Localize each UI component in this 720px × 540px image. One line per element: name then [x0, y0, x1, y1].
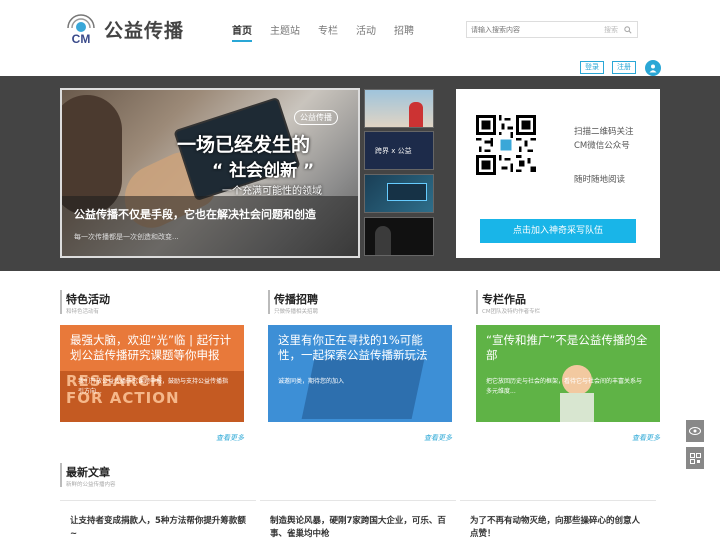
qr-line2: CM微信公众号 [574, 141, 630, 151]
card-desc: 诚邀同类，期待您的加入 [278, 378, 345, 385]
view-more-link[interactable]: 查看更多 [424, 433, 452, 443]
card-title: 最强大脑，欢迎“光”临 | 起行计划公益传播研究课题等你申报 [70, 333, 232, 362]
qr-line3: 随时随地阅读 [574, 175, 626, 185]
columns-card[interactable]: “宣传和推广”不是公益传播的全部 把它放回历史与社会的框架，看待它与社会间的丰富… [476, 325, 660, 422]
nav-columns[interactable]: 专栏 [318, 22, 338, 42]
login-button[interactable]: 登录 [580, 61, 604, 74]
card-title: “宣传和推广”不是公益传播的全部 [486, 333, 648, 362]
hero-caption: 公益传播不仅是手段，它也在解决社会问题和创造 每一次传播都是一次创造和改变... [62, 196, 358, 256]
nav-events[interactable]: 活动 [356, 22, 376, 42]
section-marker [476, 290, 478, 314]
thumbnail-1-figure [409, 102, 423, 127]
page: CM 公益传播 首页 主题站 专栏 活动 招聘 搜索 登录 注册 [0, 0, 720, 540]
logo-mark-text: CM [72, 32, 91, 46]
hero-slide[interactable]: 公益传播 一场已经发生的 “ 社会创新 ” 一个充满可能性的领域 公益传播不仅是… [60, 88, 360, 258]
featured-card[interactable]: RESEARCH FOR ACTION 最强大脑，欢迎“光”临 | 起行计划公益传… [60, 325, 244, 422]
article-card[interactable]: 为了不再有动物灭绝，向那些操碎心的创意人点赞！ [460, 500, 656, 540]
section-subtitle: 只做传播相关招聘 [274, 309, 319, 315]
article-title[interactable]: 为了不再有动物灭绝，向那些操碎心的创意人点赞！ [470, 515, 646, 540]
section-title[interactable]: 传播招聘 [274, 291, 318, 307]
card-image-block [301, 359, 425, 419]
latest-title[interactable]: 最新文章 [66, 464, 110, 480]
section-marker [60, 463, 62, 487]
nav-jobs[interactable]: 招聘 [394, 22, 414, 42]
hero-headline-line2: “ 社会创新 ” [212, 161, 315, 181]
wechat-qr-code-icon [476, 115, 536, 175]
site-header: CM 公益传播 首页 主题站 专栏 活动 招聘 搜索 [0, 0, 720, 58]
thumbnail-2[interactable]: 跨界 x 公益 [364, 131, 434, 170]
hero-title[interactable]: 公益传播不仅是手段，它也在解决社会问题和创造 [74, 206, 346, 222]
section-marker [268, 290, 270, 314]
hero-subtitle: 每一次传播都是一次创造和改变... [74, 233, 179, 241]
main-nav: 首页 主题站 专栏 活动 招聘 [232, 22, 432, 42]
section-title[interactable]: 专栏作品 [482, 291, 526, 307]
latest-subtitle: 新鲜的公益传播内容 [66, 482, 116, 488]
section-subtitle: 和特色活动有 [66, 309, 100, 315]
article-title[interactable]: 制造舆论风暴，硬刚7家跨国大企业，可乐、百事、雀巢均中枪 [270, 515, 446, 540]
thumbnail-1[interactable] [364, 89, 434, 128]
article-card[interactable]: 制造舆论风暴，硬刚7家跨国大企业，可乐、百事、雀巢均中枪 [260, 500, 456, 540]
broadcast-logo-icon: CM [62, 12, 100, 46]
user-avatar-icon[interactable] [645, 60, 661, 76]
hero-headline-line3: 一个充满可能性的领域 [222, 186, 322, 197]
hero-headline-line1: 一场已经发生的 [177, 134, 311, 156]
section-title[interactable]: 特色活动 [66, 291, 110, 307]
search-box: 搜索 [466, 21, 638, 38]
search-input[interactable] [467, 22, 604, 37]
wechat-qr-panel: 扫描二维码关注 CM微信公众号 随时随地阅读 点击加入神奇采写队伍 [456, 89, 660, 258]
qr-line1: 扫描二维码关注 [574, 127, 634, 137]
card-desc: 我们开放公益传播研究课题申报，鼓励与支持公益传播指引方向... [78, 378, 229, 395]
nav-topics[interactable]: 主题站 [270, 22, 300, 42]
thumbnail-3[interactable] [364, 174, 434, 213]
register-button[interactable]: 注册 [612, 61, 636, 74]
view-more-link[interactable]: 查看更多 [216, 433, 244, 443]
nav-home[interactable]: 首页 [232, 22, 252, 42]
qr-code-icon[interactable] [686, 447, 704, 469]
qr-caption: 扫描二维码关注 CM微信公众号 [574, 125, 634, 153]
section-subtitle: CM团队及特约作者专栏 [482, 309, 541, 315]
article-card[interactable]: 让支持者变成捐款人，5种方法帮你提升筹款额~ [60, 500, 256, 540]
search-button-label[interactable]: 搜索 [604, 25, 618, 35]
card-desc: 把它放回历史与社会的框架，看待它与社会间的丰富关系与多元维度... [486, 378, 643, 395]
logo-text: 公益传播 [104, 19, 185, 42]
hero-tag: 公益传播 [294, 110, 338, 125]
thumbnail-3-screen [387, 183, 427, 201]
jobs-card[interactable]: 这里有你正在寻找的1%可能性，一起探索公益传播新玩法 诚邀同类，期待您的加入 [268, 325, 452, 422]
site-logo[interactable]: CM 公益传播 [62, 12, 184, 46]
thumbnail-4[interactable] [364, 217, 434, 256]
article-title[interactable]: 让支持者变成捐款人，5种方法帮你提升筹款额~ [70, 515, 246, 540]
section-marker [60, 290, 62, 314]
view-more-link[interactable]: 查看更多 [632, 433, 660, 443]
card-image-body [560, 393, 594, 422]
thumbnail-2-label: 跨界 x 公益 [375, 147, 412, 155]
eye-icon[interactable] [686, 420, 704, 442]
card-title: 这里有你正在寻找的1%可能性，一起探索公益传播新玩法 [278, 333, 428, 362]
thumbnail-4-speaker [375, 226, 391, 255]
join-writers-button[interactable]: 点击加入神奇采写队伍 [480, 219, 636, 243]
search-icon[interactable] [622, 24, 634, 36]
